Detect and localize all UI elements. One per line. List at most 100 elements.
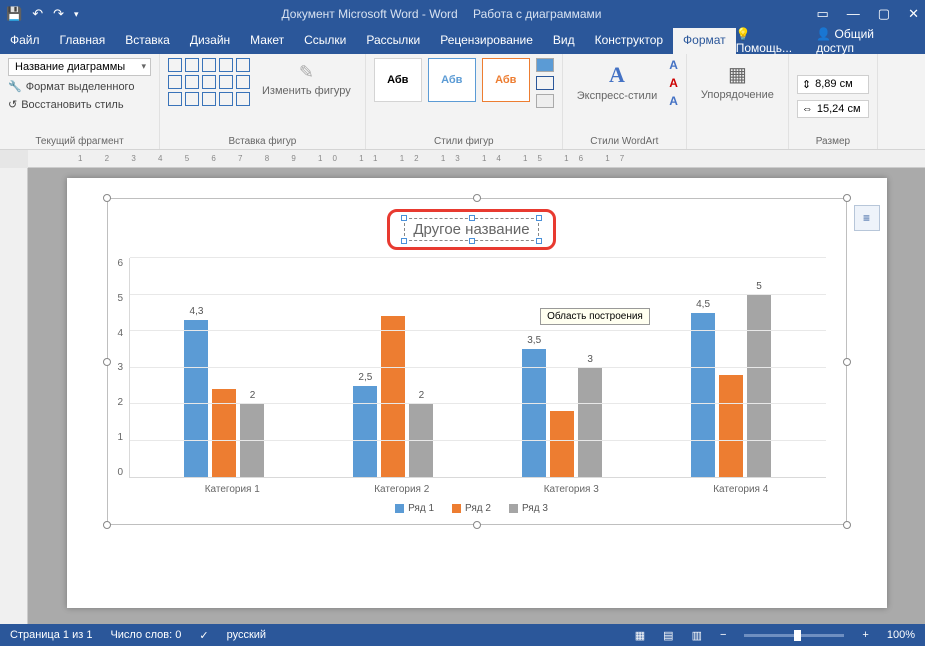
group-shape-styles: Абв Абв Абв Стили фигур — [366, 54, 563, 149]
titlebar: 💾 ↶ ↷ ▾ Документ Microsoft Word - Word Р… — [0, 0, 925, 28]
bar-group[interactable]: 2,52 — [353, 258, 433, 477]
group-label-wordart: Стили WordArt — [571, 136, 678, 147]
group-label-shapestyles: Стили фигур — [374, 136, 554, 147]
group-wordart: A Экспресс-стили A A A Стили WordArt — [563, 54, 687, 149]
tab-design[interactable]: Дизайн — [180, 28, 240, 54]
bar[interactable]: 2,5 — [353, 386, 377, 477]
y-axis: 0123456 — [118, 258, 130, 478]
x-axis: Категория 1Категория 2Категория 3Категор… — [148, 484, 826, 495]
plot-area[interactable]: 4,322,523,534,55 Область построения — [129, 258, 825, 478]
shape-style-1[interactable]: Абв — [374, 58, 422, 102]
zoom-in-icon[interactable]: + — [862, 629, 868, 641]
bar[interactable]: 3 — [578, 368, 602, 478]
ribbon-tabs: Файл Главная Вставка Дизайн Макет Ссылки… — [0, 28, 925, 54]
tab-home[interactable]: Главная — [50, 28, 116, 54]
shape-style-3[interactable]: Абв — [482, 58, 530, 102]
vertical-ruler — [0, 168, 28, 624]
bar[interactable] — [381, 316, 405, 477]
height-input[interactable]: ⇕8,89 см — [797, 75, 869, 94]
page-indicator[interactable]: Страница 1 из 1 — [10, 629, 92, 641]
bar-group[interactable]: 4,55 — [691, 258, 771, 477]
resize-handle[interactable] — [473, 521, 481, 529]
resize-handle[interactable] — [473, 194, 481, 202]
resize-handle[interactable] — [103, 358, 111, 366]
format-selection-button[interactable]: 🔧Формат выделенного — [8, 79, 151, 94]
bar-group[interactable]: 4,32 — [184, 258, 264, 477]
text-outline-button[interactable]: A — [669, 76, 678, 90]
group-arrange: ▦ Упорядочение — [687, 54, 789, 149]
save-icon[interactable]: 💾 — [6, 6, 22, 22]
group-label-fragment: Текущий фрагмент — [8, 136, 151, 147]
tab-format[interactable]: Формат — [673, 28, 736, 54]
group-label-size: Размер — [797, 136, 869, 147]
tab-constructor[interactable]: Конструктор — [585, 28, 673, 54]
help-icon[interactable]: 💡 Помощь... — [736, 27, 811, 55]
view-print-icon[interactable]: ▤ — [663, 629, 673, 642]
horizontal-ruler: 1 2 3 4 5 6 7 8 9 10 11 12 13 14 15 16 1… — [28, 150, 925, 168]
page: ≡ Другое название 0123456 4,322,523,534,… — [67, 178, 887, 608]
tab-view[interactable]: Вид — [543, 28, 585, 54]
spellcheck-icon[interactable]: ✓ — [199, 629, 208, 642]
wordart-icon: A — [609, 62, 625, 88]
bar[interactable]: 5 — [747, 295, 771, 478]
tab-mailings[interactable]: Рассылки — [356, 28, 430, 54]
zoom-level[interactable]: 100% — [887, 629, 915, 641]
close-icon[interactable]: ✕ — [908, 6, 919, 22]
chart-title[interactable]: Другое название — [404, 218, 538, 241]
resize-handle[interactable] — [843, 194, 851, 202]
shape-style-2[interactable]: Абв — [428, 58, 476, 102]
undo-icon[interactable]: ↶ — [32, 6, 43, 22]
share-button[interactable]: 👤 Общий доступ — [816, 27, 915, 55]
chart-plot[interactable]: 0123456 4,322,523,534,55 Область построе… — [118, 258, 826, 478]
group-current-fragment: Название диаграммы 🔧Формат выделенного ↺… — [0, 54, 160, 149]
tab-references[interactable]: Ссылки — [294, 28, 356, 54]
resize-handle[interactable] — [103, 194, 111, 202]
group-insert-shapes: ✎ Изменить фигуру Вставка фигур — [160, 54, 366, 149]
tooltip: Область построения — [540, 308, 650, 325]
bar[interactable]: 3,5 — [522, 349, 546, 477]
redo-icon[interactable]: ↷ — [53, 6, 64, 22]
change-shape-icon: ✎ — [299, 62, 314, 83]
minimize-icon[interactable]: — — [847, 6, 860, 22]
maximize-icon[interactable]: ▢ — [878, 6, 890, 22]
shape-outline-button[interactable] — [536, 76, 554, 90]
language-indicator[interactable]: русский — [227, 629, 266, 641]
legend: Ряд 1Ряд 2Ряд 3 — [118, 503, 826, 514]
text-effects-button[interactable]: A — [669, 94, 678, 108]
layout-options-button[interactable]: ≡ — [854, 205, 880, 231]
wordart-express-button[interactable]: A Экспресс-стили — [571, 58, 663, 106]
arrange-icon: ▦ — [728, 62, 747, 87]
shape-gallery[interactable] — [168, 58, 250, 106]
chart-element-selector[interactable]: Название диаграммы — [8, 58, 151, 76]
shape-effects-button[interactable] — [536, 94, 554, 108]
resize-handle[interactable] — [843, 521, 851, 529]
height-icon: ⇕ — [802, 78, 811, 91]
word-count[interactable]: Число слов: 0 — [110, 629, 181, 641]
bar[interactable] — [719, 375, 743, 477]
tab-layout[interactable]: Макет — [240, 28, 294, 54]
resize-handle[interactable] — [843, 358, 851, 366]
quick-access-toolbar: 💾 ↶ ↷ ▾ — [6, 6, 79, 22]
arrange-button[interactable]: ▦ Упорядочение — [695, 58, 780, 105]
tab-insert[interactable]: Вставка — [115, 28, 180, 54]
bar[interactable] — [550, 411, 574, 477]
tab-file[interactable]: Файл — [0, 28, 50, 54]
bar[interactable]: 4,5 — [691, 313, 715, 477]
reset-style-button[interactable]: ↺Восстановить стиль — [8, 97, 151, 112]
document-area[interactable]: ≡ Другое название 0123456 4,322,523,534,… — [28, 168, 925, 624]
zoom-out-icon[interactable]: − — [720, 629, 726, 641]
view-web-icon[interactable]: ▥ — [692, 629, 702, 642]
shape-fill-button[interactable] — [536, 58, 554, 72]
width-input[interactable]: ⇔15,24 см — [797, 100, 869, 118]
zoom-slider[interactable] — [744, 634, 844, 637]
change-shape-button[interactable]: ✎ Изменить фигуру — [256, 58, 357, 101]
text-fill-button[interactable]: A — [669, 58, 678, 72]
bar[interactable]: 4,3 — [184, 320, 208, 477]
view-read-icon[interactable]: ▦ — [635, 629, 645, 642]
resize-handle[interactable] — [103, 521, 111, 529]
ribbon-options-icon[interactable]: ▭ — [817, 6, 829, 22]
tab-review[interactable]: Рецензирование — [430, 28, 543, 54]
statusbar: Страница 1 из 1 Число слов: 0 ✓ русский … — [0, 624, 925, 646]
chart-container[interactable]: ≡ Другое название 0123456 4,322,523,534,… — [107, 198, 847, 525]
bar-group[interactable]: 3,53 — [522, 258, 602, 477]
